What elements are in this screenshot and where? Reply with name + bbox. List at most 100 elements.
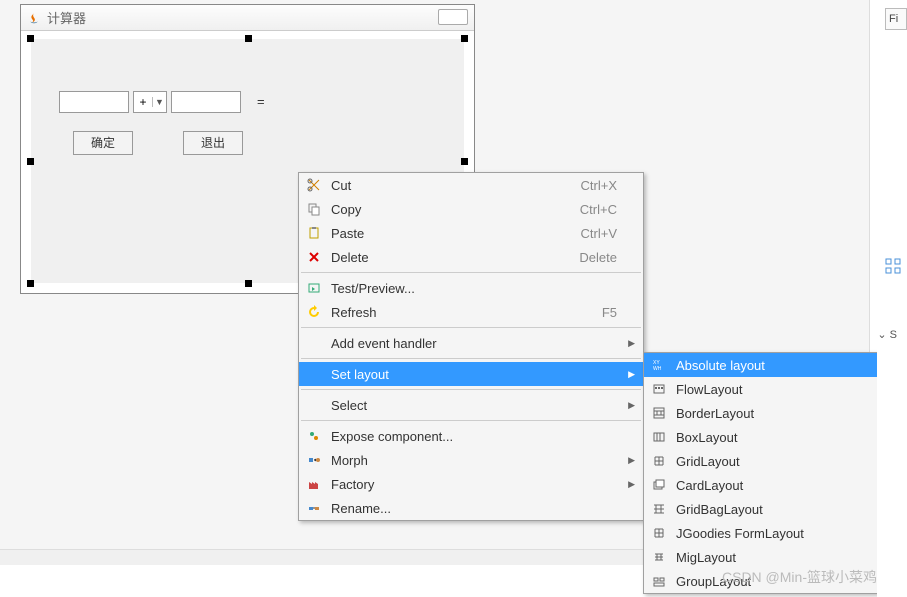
menu-select[interactable]: Select ▶ <box>299 393 643 417</box>
menu-label: Paste <box>325 226 581 241</box>
menu-delete[interactable]: Delete Delete <box>299 245 643 269</box>
menu-label: Select <box>325 398 623 413</box>
chevron-right-icon: ▶ <box>628 369 635 380</box>
mig-layout-icon <box>648 548 670 566</box>
card-layout-icon <box>648 476 670 494</box>
structure-icon[interactable] <box>885 258 901 277</box>
java-icon <box>27 11 41 25</box>
submenu-card[interactable]: CardLayout <box>644 473 877 497</box>
blank-icon <box>303 396 325 414</box>
submenu-flow[interactable]: FlowLayout <box>644 377 877 401</box>
menu-label: Delete <box>325 250 579 265</box>
menu-copy[interactable]: Copy Ctrl+C <box>299 197 643 221</box>
resize-handle[interactable] <box>461 158 468 165</box>
expose-icon <box>303 427 325 445</box>
chevron-right-icon: ▶ <box>628 479 635 490</box>
exit-button[interactable]: 退出 <box>183 131 243 155</box>
morph-icon <box>303 451 325 469</box>
operand1-field[interactable] <box>59 91 129 113</box>
copy-icon <box>303 200 325 218</box>
gridbag-layout-icon <box>648 500 670 518</box>
menu-label: GridLayout <box>670 454 857 469</box>
submenu-border[interactable]: BorderLayout <box>644 401 877 425</box>
menu-separator <box>301 358 641 359</box>
chevron-down-icon: ▼ <box>152 97 166 107</box>
window-titlebar: 计算器 <box>21 5 474 31</box>
menu-separator <box>301 272 641 273</box>
menu-test-preview[interactable]: Test/Preview... <box>299 276 643 300</box>
refresh-icon <box>303 303 325 321</box>
border-layout-icon <box>648 404 670 422</box>
delete-icon <box>303 248 325 266</box>
group-layout-icon <box>648 572 670 590</box>
menu-label: BoxLayout <box>670 430 857 445</box>
factory-icon <box>303 475 325 493</box>
resize-handle[interactable] <box>27 158 34 165</box>
flow-layout-icon <box>648 380 670 398</box>
chevron-right-icon: ▶ <box>628 338 635 349</box>
chevron-down-icon: ⌄ <box>877 329 886 341</box>
preview-icon <box>303 279 325 297</box>
resize-handle[interactable] <box>461 35 468 42</box>
menu-set-layout[interactable]: Set layout ▶ <box>299 362 643 386</box>
menu-label: MigLayout <box>670 550 857 565</box>
ok-button[interactable]: 确定 <box>73 131 133 155</box>
menu-label: Cut <box>325 178 581 193</box>
menu-label: Morph <box>325 453 623 468</box>
menu-separator <box>301 327 641 328</box>
menu-label: Expose component... <box>325 429 623 444</box>
chevron-right-icon: ▶ <box>628 400 635 411</box>
svg-text:WH: WH <box>653 366 662 372</box>
resize-handle[interactable] <box>27 35 34 42</box>
context-menu: Cut Ctrl+X Copy Ctrl+C Paste Ctrl+V Dele… <box>298 172 644 521</box>
menu-label: FlowLayout <box>670 382 857 397</box>
menu-shortcut: Ctrl+C <box>580 202 623 217</box>
menu-factory[interactable]: Factory ▶ <box>299 472 643 496</box>
box-layout-icon <box>648 428 670 446</box>
menu-label: CardLayout <box>670 478 857 493</box>
operand2-field[interactable] <box>171 91 241 113</box>
menu-paste[interactable]: Paste Ctrl+V <box>299 221 643 245</box>
operator-combo[interactable]: + ▼ <box>133 91 167 113</box>
blank-icon <box>303 334 325 352</box>
resize-handle[interactable] <box>245 35 252 42</box>
menu-label: Absolute layout <box>670 358 857 373</box>
menu-label: GridBagLayout <box>670 502 857 517</box>
menu-separator <box>301 389 641 390</box>
scissors-icon <box>303 176 325 194</box>
form-layout-icon <box>648 524 670 542</box>
submenu-jgoodies[interactable]: JGoodies FormLayout <box>644 521 877 545</box>
menu-shortcut: Ctrl+X <box>581 178 623 193</box>
submenu-absolute[interactable]: XYWH Absolute layout <box>644 353 877 377</box>
equals-label: = <box>257 94 265 109</box>
submenu-box[interactable]: BoxLayout <box>644 425 877 449</box>
submenu-grid[interactable]: GridLayout <box>644 449 877 473</box>
submenu-gridbag[interactable]: GridBagLayout <box>644 497 877 521</box>
menu-label: Set layout <box>325 367 623 382</box>
menu-morph[interactable]: Morph ▶ <box>299 448 643 472</box>
menu-add-event[interactable]: Add event handler ▶ <box>299 331 643 355</box>
resize-handle[interactable] <box>245 280 252 287</box>
menu-label: Refresh <box>325 305 602 320</box>
menu-label: Rename... <box>325 501 623 516</box>
submenu-mig[interactable]: MigLayout <box>644 545 877 569</box>
window-title: 计算器 <box>47 8 86 27</box>
menu-label: Test/Preview... <box>325 281 623 296</box>
menu-cut[interactable]: Cut Ctrl+X <box>299 173 643 197</box>
menu-label: JGoodies FormLayout <box>670 526 857 541</box>
resize-handle[interactable] <box>27 280 34 287</box>
menu-shortcut: Delete <box>579 250 623 265</box>
menu-label: Factory <box>325 477 623 492</box>
menu-separator <box>301 420 641 421</box>
menu-label: Add event handler <box>325 336 623 351</box>
expand-toggle[interactable]: ⌄ S <box>877 328 897 341</box>
watermark-text: CSDN @Min-篮球小菜鸡 <box>722 567 877 587</box>
filter-button[interactable]: Fi <box>885 8 907 30</box>
menu-shortcut: F5 <box>602 305 623 320</box>
grid-layout-icon <box>648 452 670 470</box>
menu-rename[interactable]: Rename... <box>299 496 643 520</box>
menu-refresh[interactable]: Refresh F5 <box>299 300 643 324</box>
layout-submenu: XYWH Absolute layout FlowLayout BorderLa… <box>643 352 878 594</box>
minimize-button[interactable] <box>438 9 468 25</box>
menu-expose[interactable]: Expose component... <box>299 424 643 448</box>
